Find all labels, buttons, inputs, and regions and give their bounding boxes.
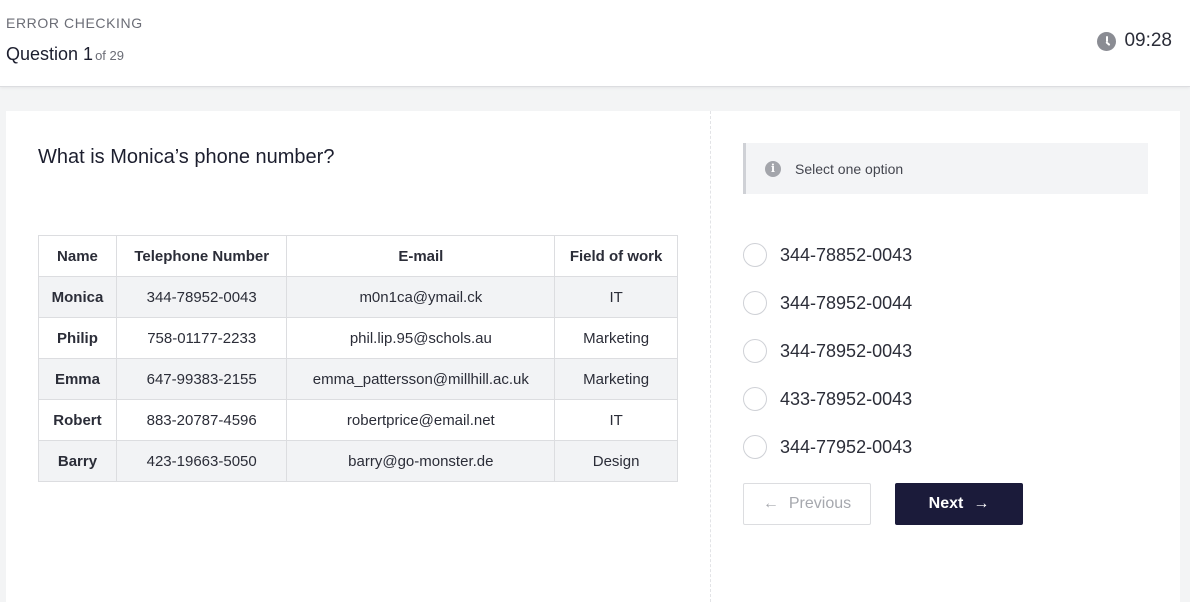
cell-field: IT — [554, 399, 678, 441]
cell-telephone: 758-01177-2233 — [115, 317, 288, 359]
cell-name: Barry — [38, 440, 117, 482]
option-label[interactable]: 344-77952-0043 — [780, 437, 912, 458]
radio-button[interactable] — [743, 291, 767, 315]
section-label: ERROR CHECKING — [6, 15, 143, 31]
question-counter: Question 1 of 29 — [6, 44, 124, 65]
question-number: Question 1 — [6, 44, 94, 64]
cell-telephone: 344-78952-0043 — [115, 276, 288, 318]
table-row: Robert 883-20787-4596 robertprice@email.… — [38, 399, 678, 441]
cell-name: Philip — [38, 317, 117, 359]
cell-email: m0n1ca@ymail.ck — [286, 276, 556, 318]
cell-name: Monica — [38, 276, 117, 318]
cell-field: IT — [554, 276, 678, 318]
question-text: What is Monica’s phone number? — [38, 146, 335, 168]
table-row: Barry 423-19663-5050 barry@go-monster.de… — [38, 440, 678, 482]
cell-name: Robert — [38, 399, 117, 441]
cell-field: Marketing — [554, 358, 678, 400]
cell-email: robertprice@email.net — [286, 399, 556, 441]
cell-field: Design — [554, 440, 678, 482]
table-header-row: Name Telephone Number E-mail Field of wo… — [38, 235, 678, 277]
cell-telephone: 883-20787-4596 — [115, 399, 288, 441]
top-bar: ERROR CHECKING Question 1 of 29 09:28 — [0, 0, 1190, 87]
previous-button[interactable]: ← Previous — [743, 483, 871, 525]
answer-options: 344-78852-0043 344-78952-0044 344-78952-… — [743, 231, 912, 471]
arrow-left-icon: ← — [762, 495, 779, 512]
radio-button[interactable] — [743, 435, 767, 459]
next-button-label: Next — [928, 495, 964, 512]
info-icon: i — [765, 160, 781, 177]
question-pane: What is Monica’s phone number? Name Tele… — [6, 111, 711, 602]
radio-button[interactable] — [743, 339, 767, 363]
question-card: What is Monica’s phone number? Name Tele… — [6, 111, 1180, 602]
answer-option-4[interactable]: 433-78952-0043 — [743, 375, 912, 423]
option-label[interactable]: 433-78952-0043 — [780, 389, 912, 410]
next-button[interactable]: Next → — [895, 483, 1023, 525]
column-header-email: E-mail — [286, 235, 556, 277]
arrow-right-icon: → — [973, 495, 990, 512]
cell-field: Marketing — [554, 317, 678, 359]
timer-value: 09:28 — [1124, 30, 1172, 51]
question-total: of 29 — [95, 48, 124, 63]
cell-name: Emma — [38, 358, 117, 400]
answer-option-3[interactable]: 344-78952-0043 — [743, 327, 912, 375]
answer-option-1[interactable]: 344-78852-0043 — [743, 231, 912, 279]
radio-button[interactable] — [743, 387, 767, 411]
cell-email: phil.lip.95@schols.au — [286, 317, 556, 359]
cell-telephone: 423-19663-5050 — [115, 440, 288, 482]
clock-icon — [1097, 31, 1117, 51]
instruction-text: Select one option — [795, 160, 904, 177]
timer: 09:28 — [1097, 30, 1172, 52]
contact-table: Name Telephone Number E-mail Field of wo… — [38, 235, 678, 482]
option-label[interactable]: 344-78952-0043 — [780, 341, 912, 362]
table-row: Philip 758-01177-2233 phil.lip.95@schols… — [38, 317, 678, 359]
cell-email: emma_pattersson@millhill.ac.uk — [286, 358, 556, 400]
answer-option-2[interactable]: 344-78952-0044 — [743, 279, 912, 327]
column-header-field: Field of work — [554, 235, 678, 277]
previous-button-label: Previous — [788, 495, 852, 512]
column-header-telephone: Telephone Number — [115, 235, 288, 277]
instruction-banner: i Select one option — [743, 143, 1148, 194]
option-label[interactable]: 344-78852-0043 — [780, 245, 912, 266]
radio-button[interactable] — [743, 243, 767, 267]
table-row: Monica 344-78952-0043 m0n1ca@ymail.ck IT — [38, 276, 678, 318]
column-header-name: Name — [38, 235, 117, 277]
cell-telephone: 647-99383-2155 — [115, 358, 288, 400]
answer-option-5[interactable]: 344-77952-0043 — [743, 423, 912, 471]
answer-pane: i Select one option 344-78852-0043 344-7… — [743, 111, 1180, 602]
option-label[interactable]: 344-78952-0044 — [780, 293, 912, 314]
cell-email: barry@go-monster.de — [286, 440, 556, 482]
table-row: Emma 647-99383-2155 emma_pattersson@mill… — [38, 358, 678, 400]
